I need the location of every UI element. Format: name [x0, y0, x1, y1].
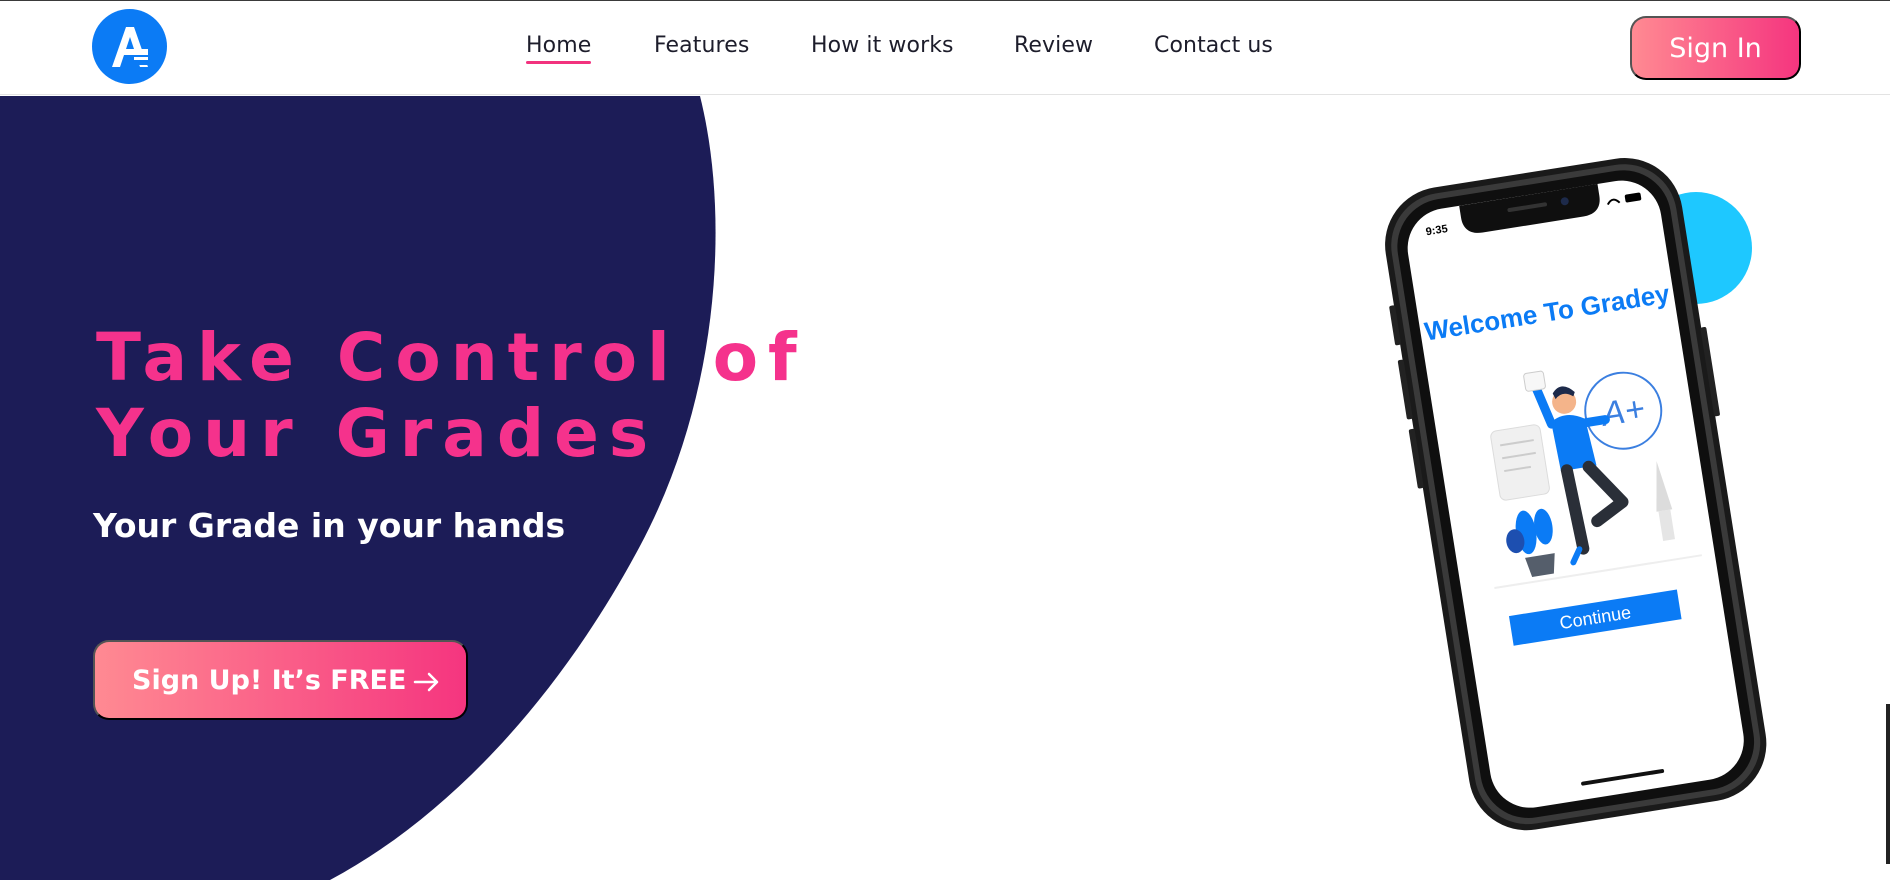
hero-subheadline: Your Grade in your hands: [93, 506, 566, 545]
hero-headline-line1: Take Control of: [96, 319, 807, 396]
main-nav: Home Features How it works Review Contac…: [0, 1, 1890, 95]
right-edge-scroll-indicator: [1886, 704, 1890, 864]
sign-up-button[interactable]: Sign Up! It’s FREE: [93, 640, 468, 720]
top-navbar: Home Features How it works Review Contac…: [0, 1, 1890, 95]
sign-up-label: Sign Up! It’s FREE: [132, 664, 407, 696]
nav-contact-us[interactable]: Contact us: [1154, 33, 1273, 58]
sign-in-button[interactable]: Sign In: [1630, 16, 1801, 80]
hero-headline: Take Control of Your Grades: [96, 320, 807, 472]
nav-features[interactable]: Features: [654, 33, 749, 58]
arrow-right-icon: [411, 666, 443, 701]
hero-headline-line2: Your Grades: [96, 395, 659, 472]
phone-mockup: 9:35 Welcome To Gradey A+ Continue: [1330, 130, 1810, 850]
illustration-grade-text: A+: [1597, 390, 1647, 435]
nav-review[interactable]: Review: [1014, 33, 1093, 58]
nav-how-it-works[interactable]: How it works: [811, 33, 954, 58]
nav-home[interactable]: Home: [526, 33, 592, 64]
